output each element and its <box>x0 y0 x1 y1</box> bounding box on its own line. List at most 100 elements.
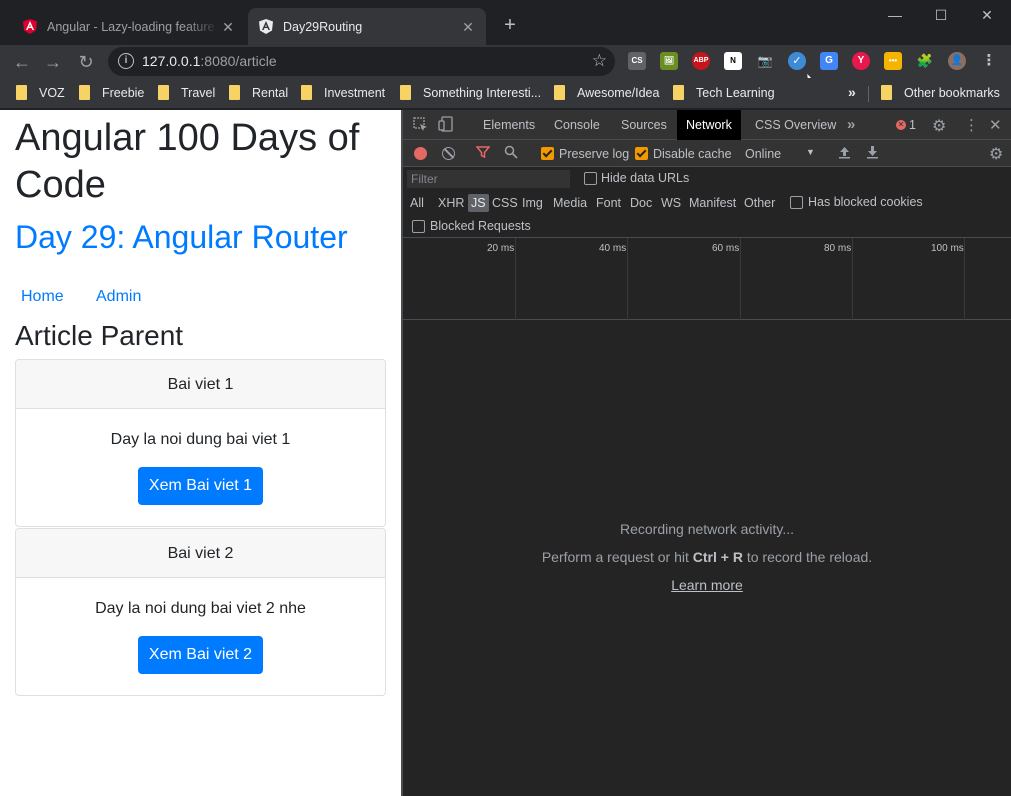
tab-strip: Angular - Lazy-loading feature m ✕ Day29… <box>0 0 1011 45</box>
type-filter-js[interactable]: JS <box>468 194 489 212</box>
devtools-tab-network[interactable]: Network <box>677 110 741 140</box>
blocked-requests-checkbox[interactable] <box>412 220 425 233</box>
url-text[interactable]: 127.0.0.1:8080/article <box>142 53 277 69</box>
devtools-tab-css-overview[interactable]: CSS Overview <box>746 110 845 140</box>
bookmark-star-icon[interactable]: ☆ <box>592 51 607 71</box>
network-settings-gear-icon[interactable]: ⚙ <box>989 144 1003 164</box>
close-devtools-icon[interactable]: ✕ <box>989 116 1002 134</box>
reload-button[interactable]: ↻ <box>73 49 99 75</box>
folder-icon <box>673 85 684 100</box>
angular-icon <box>258 19 274 35</box>
bookmark-folder[interactable]: Something Interesti... <box>400 85 541 100</box>
google-translate-icon[interactable]: G <box>820 52 838 70</box>
devtools-tab-console[interactable]: Console <box>545 110 609 140</box>
type-filter-all[interactable]: All <box>410 194 424 212</box>
filter-funnel-icon[interactable] <box>475 145 491 162</box>
type-filter-manifest[interactable]: Manifest <box>689 194 736 212</box>
type-filter-ws[interactable]: WS <box>661 194 681 212</box>
devtools-menu-icon[interactable]: ⋮ <box>964 116 979 134</box>
adblock-plus-icon[interactable]: ABP <box>692 52 710 70</box>
settings-gear-icon[interactable]: ⚙ <box>932 116 946 136</box>
record-button[interactable] <box>414 147 427 160</box>
extension-dots-icon[interactable]: ••• <box>884 52 902 70</box>
type-filter-other[interactable]: Other <box>744 194 775 212</box>
article-card-header: Bai viet 2 <box>16 529 385 578</box>
more-tabs-icon[interactable]: » <box>847 116 855 133</box>
type-filter-img[interactable]: Img <box>522 194 543 212</box>
bookmark-folder[interactable]: Travel <box>158 85 215 100</box>
article-card-text: Day la noi dung bai viet 2 nhe <box>95 600 306 617</box>
browser-toolbar: ← → ↻ i 127.0.0.1:8080/article ☆ CS 🖼 AB… <box>0 45 1011 78</box>
search-icon[interactable] <box>504 145 518 162</box>
folder-icon <box>554 85 565 100</box>
timeline-tick-label: 40 ms <box>599 243 627 254</box>
bookmark-folder[interactable]: Awesome/Idea <box>554 85 659 100</box>
bookmark-folder[interactable]: Investment <box>301 85 385 100</box>
folder-icon <box>79 85 90 100</box>
devtools-tab-elements[interactable]: Elements <box>474 110 544 140</box>
bookmark-folder[interactable]: Tech Learning <box>673 85 775 100</box>
disable-cache-checkbox[interactable] <box>635 147 648 160</box>
hide-data-urls-checkbox[interactable] <box>584 172 597 185</box>
type-filter-doc[interactable]: Doc <box>630 194 652 212</box>
export-har-icon[interactable] <box>866 145 879 162</box>
tab-day29routing[interactable]: Day29Routing ✕ <box>248 8 486 45</box>
profile-avatar-icon[interactable]: 👤 <box>948 52 966 70</box>
reload-shortcut: Ctrl + R <box>692 549 743 565</box>
bookmark-folder[interactable]: VOZ <box>16 85 65 100</box>
extensions-puzzle-icon[interactable]: 🧩 <box>916 52 934 70</box>
error-icon[interactable]: ✕ <box>896 120 906 130</box>
throttling-select[interactable]: Online <box>745 147 781 161</box>
type-filter-font[interactable]: Font <box>596 194 621 212</box>
clear-icon[interactable] <box>442 147 455 160</box>
blocked-requests-label: Blocked Requests <box>430 219 531 233</box>
inspect-element-icon[interactable] <box>413 117 428 135</box>
nav-link-admin[interactable]: Admin <box>96 288 141 306</box>
maximize-button[interactable]: ☐ <box>918 4 964 26</box>
import-har-icon[interactable] <box>838 145 851 162</box>
folder-icon <box>881 85 892 100</box>
forward-button[interactable]: → <box>40 49 66 75</box>
view-article-button[interactable]: Xem Bai viet 2 <box>138 636 263 674</box>
camera-icon[interactable]: 📷 <box>756 52 774 70</box>
folder-icon <box>229 85 240 100</box>
extension-image-icon[interactable]: 🖼 <box>660 52 678 70</box>
type-filter-css[interactable]: CSS <box>492 194 518 212</box>
extension-y-icon[interactable]: Y <box>852 52 870 70</box>
extension-cs-icon[interactable]: CS <box>628 52 646 70</box>
folder-icon <box>400 85 411 100</box>
chrome-menu-icon[interactable]: ⋮ <box>980 52 998 70</box>
angular-icon <box>22 19 38 35</box>
type-filter-media[interactable]: Media <box>553 194 587 212</box>
tab-close-icon[interactable]: ✕ <box>460 19 476 35</box>
other-bookmarks-folder[interactable]: Other bookmarks <box>881 85 1000 100</box>
devtools-tab-sources[interactable]: Sources <box>612 110 676 140</box>
tab-close-icon[interactable]: ✕ <box>220 19 236 35</box>
tab-title: Day29Routing <box>283 19 363 34</box>
filter-input[interactable]: Filter <box>407 170 570 188</box>
type-filter-xhr[interactable]: XHR <box>438 194 464 212</box>
learn-more-link[interactable]: Learn more <box>403 577 1011 593</box>
tab-angular-docs[interactable]: Angular - Lazy-loading feature m ✕ <box>12 8 246 45</box>
address-bar[interactable]: i 127.0.0.1:8080/article ☆ <box>108 47 615 76</box>
bookmarks-overflow-button[interactable]: » <box>848 84 856 100</box>
minimize-button[interactable]: — <box>872 4 918 26</box>
chevron-down-icon[interactable]: ▼ <box>806 147 815 157</box>
notion-icon[interactable]: N <box>724 52 742 70</box>
back-button[interactable]: ← <box>9 49 35 75</box>
nav-link-home[interactable]: Home <box>21 288 64 306</box>
bookmark-folder[interactable]: Rental <box>229 85 288 100</box>
has-blocked-cookies-checkbox[interactable] <box>790 196 803 209</box>
new-tab-button[interactable]: + <box>499 14 521 36</box>
close-window-button[interactable]: ✕ <box>964 4 1010 26</box>
url-host: 127.0.0.1 <box>142 53 201 69</box>
bookmark-folder[interactable]: Freebie <box>79 85 144 100</box>
view-article-button[interactable]: Xem Bai viet 1 <box>138 467 263 505</box>
device-toolbar-icon[interactable] <box>438 116 454 135</box>
site-info-icon[interactable]: i <box>118 53 134 69</box>
extension-check-icon[interactable]: ✓ <box>788 52 806 70</box>
preserve-log-checkbox[interactable] <box>541 147 554 160</box>
error-count[interactable]: 1 <box>909 118 916 132</box>
timeline-tick-label: 100 ms <box>931 243 964 254</box>
article-card-text: Day la noi dung bai viet 1 <box>110 431 291 448</box>
